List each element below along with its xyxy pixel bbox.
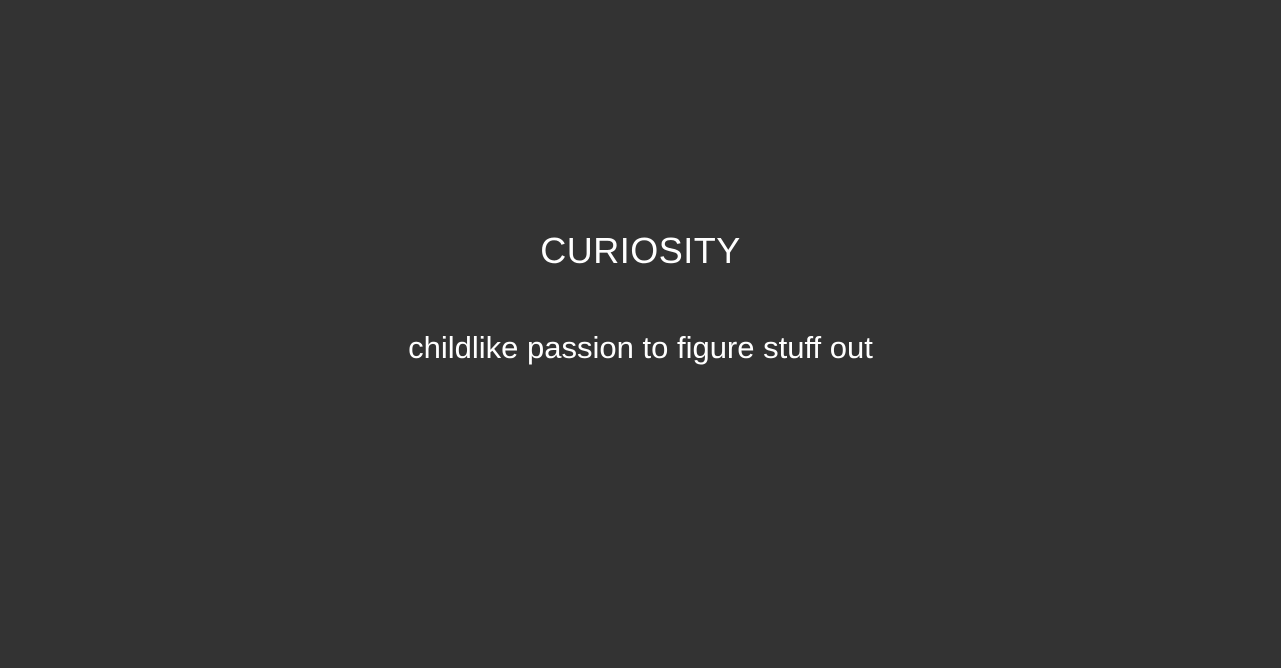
slide-panel: CURIOSITY childlike passion to figure st… xyxy=(0,0,1281,668)
slide-title: CURIOSITY xyxy=(540,230,741,271)
slide-subtitle: childlike passion to figure stuff out xyxy=(408,330,873,365)
